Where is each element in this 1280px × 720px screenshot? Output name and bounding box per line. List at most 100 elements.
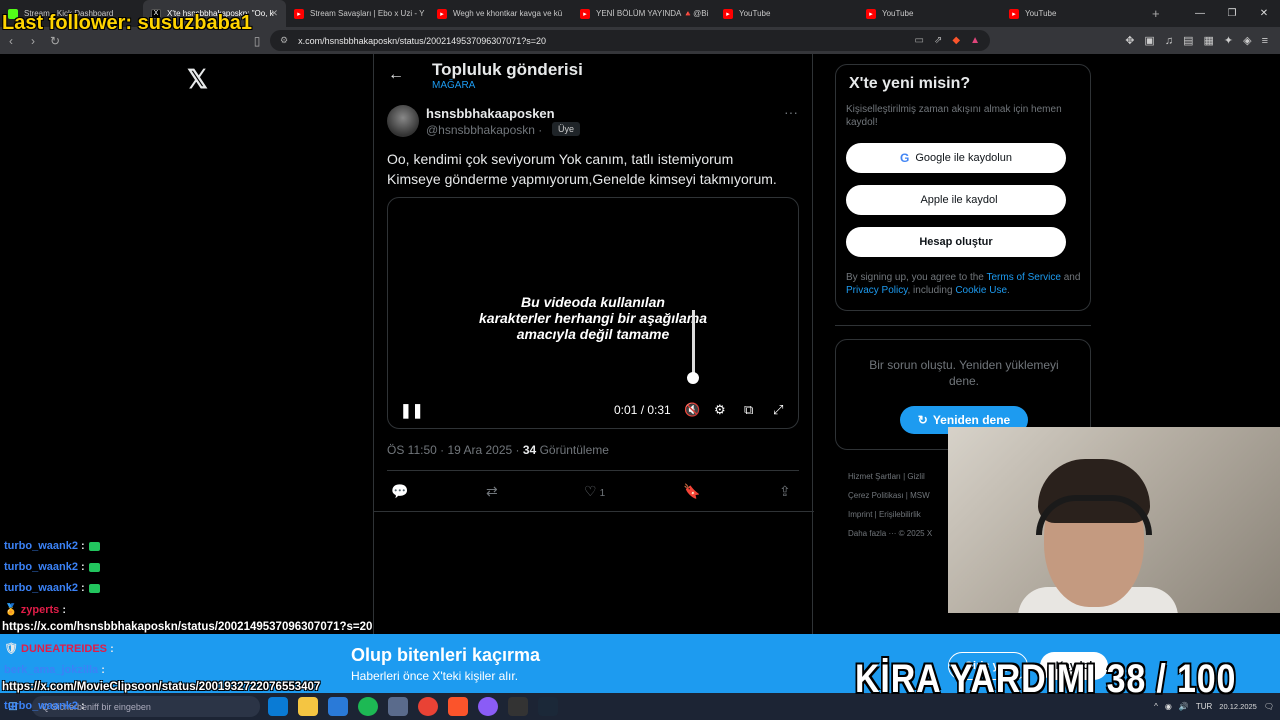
divider	[387, 470, 799, 471]
language-indicator[interactable]: TUR	[1196, 702, 1212, 711]
music-icon[interactable]: ♫	[1165, 35, 1173, 47]
youtube-icon: ▸	[580, 8, 590, 19]
share-icon[interactable]: ⇗	[934, 35, 942, 46]
pause-icon[interactable]: ❚❚	[400, 402, 423, 419]
video-controls: ❚❚ 0:01 / 0:31 🔇 ⚙ ⧉ ⤢	[388, 398, 798, 424]
chat-user: turbo_waank2	[4, 540, 78, 552]
cookie-link[interactable]: Cookie Use	[955, 285, 1007, 296]
bookmark-icon[interactable]: ▯	[246, 34, 268, 48]
puzzle-icon[interactable]: ✥	[1125, 34, 1134, 47]
reload-icon[interactable]: ↻	[44, 34, 66, 48]
notification-icon[interactable]: 🗨	[1264, 702, 1274, 711]
footer-link-row[interactable]: Imprint | Erişilebilirlik	[848, 505, 948, 524]
bookmark-post-icon[interactable]: 🔖	[683, 483, 700, 500]
footer-link-row[interactable]: Daha fazla ··· © 2025 X	[848, 524, 948, 543]
spotify-icon[interactable]	[358, 697, 378, 716]
discord-icon[interactable]	[478, 697, 498, 716]
forward-nav-icon[interactable]: ›	[22, 34, 44, 48]
settings-icon[interactable]: ⚙	[714, 402, 726, 418]
clock-date: 20.12.2025	[1219, 702, 1257, 711]
banner-subtitle: Haberleri önce X'teki kişiler alır.	[351, 669, 519, 683]
chat-sep: :	[77, 561, 85, 573]
tab-youtube-3[interactable]: ▸ YENİ BÖLÜM YAYINDA 🔺@Bi	[572, 0, 715, 27]
tabs-icon[interactable]: ▣	[1144, 34, 1154, 47]
close-window-icon[interactable]: ✕	[1248, 8, 1280, 19]
mute-icon[interactable]: 🔇	[684, 402, 700, 418]
volume-icon[interactable]: 🔊	[1179, 702, 1189, 711]
repost-icon[interactable]: ⇄	[486, 483, 498, 500]
sidebar-icon[interactable]: ▤	[1183, 34, 1193, 47]
create-account-button[interactable]: Hesap oluştur	[846, 227, 1066, 257]
chat-link: https://x.com/hsnsbbhakaposkn/status/200…	[2, 621, 373, 633]
page-title: Topluluk gönderisi	[432, 60, 583, 79]
post-meta: ÖS 11:50 · 19 Ara 2025 · 34 Görüntüleme	[387, 443, 609, 457]
main-column: ← Topluluk gönderisi MAĞARA hsnsbbhakaap…	[373, 54, 814, 634]
back-nav-icon[interactable]: ‹	[0, 34, 22, 48]
legal-pre: By signing up, you agree to the	[846, 272, 987, 283]
edge-icon[interactable]	[268, 697, 288, 716]
tos-link[interactable]: Terms of Service	[986, 272, 1060, 283]
chat-user: turbo_waank2	[4, 582, 78, 594]
tab-youtube-2[interactable]: ▸ Wegh ve khontkar kavga ve kü	[429, 0, 572, 27]
fullscreen-icon[interactable]: ⤢	[773, 402, 783, 418]
wallet-icon[interactable]: ▦	[1203, 34, 1213, 47]
url-text: x.com/hsnsbbhakaposkn/status/20021495370…	[298, 35, 547, 46]
footer-link-row[interactable]: Hizmet Şartları | Gizlil	[848, 467, 948, 486]
chat-user: DUNEATREIDES	[21, 643, 108, 655]
emote-icon	[88, 541, 100, 551]
avatar[interactable]	[387, 105, 419, 137]
brave-icon[interactable]	[448, 697, 468, 716]
community-link[interactable]: MAĞARA	[432, 80, 475, 91]
close-tab-icon[interactable]: ✕	[270, 8, 278, 19]
footer-links: Hizmet Şartları | Gizlil Çerez Politikas…	[848, 467, 948, 543]
ai-icon[interactable]: ✦	[1224, 34, 1233, 47]
cast-icon[interactable]: ▭	[915, 35, 924, 46]
explorer-icon[interactable]	[298, 697, 318, 716]
tab-youtube-5[interactable]: ▸ YouTube	[858, 0, 1001, 27]
post-text: Oo, kendimi çok seviyorum Yok canım, tat…	[387, 149, 802, 189]
network-icon[interactable]: ◉	[1165, 702, 1172, 711]
pip-icon[interactable]: ⧉	[744, 402, 753, 418]
share-post-icon[interactable]: ⇪	[779, 483, 791, 500]
brave-shield-icon[interactable]: ◆	[952, 35, 960, 46]
google-signup-button[interactable]: G Google ile kaydolun	[846, 143, 1066, 173]
like-count: 1	[599, 488, 606, 499]
store-icon[interactable]	[328, 697, 348, 716]
tab-youtube-6[interactable]: ▸ YouTube	[1001, 0, 1144, 27]
privacy-link[interactable]: Privacy Policy	[846, 285, 908, 296]
reply-icon[interactable]: 💬	[391, 483, 408, 500]
divider	[374, 511, 814, 512]
footer-link-row[interactable]: Çerez Politikası | MSW	[848, 486, 948, 505]
volume-slider[interactable]	[692, 310, 695, 376]
minimize-icon[interactable]: —	[1184, 8, 1216, 19]
steam-icon[interactable]	[538, 697, 558, 716]
site-info-icon[interactable]: ⚙	[280, 35, 288, 46]
restore-icon[interactable]: ❐	[1216, 8, 1248, 19]
chrome-icon[interactable]	[418, 697, 438, 716]
vpn-icon[interactable]: ◈	[1243, 34, 1251, 47]
menu-icon[interactable]: ≡	[1262, 35, 1268, 47]
obs-icon[interactable]	[508, 697, 528, 716]
window-controls: — ❐ ✕	[1184, 0, 1280, 27]
calculator-icon[interactable]	[388, 697, 408, 716]
new-tab-button[interactable]: +	[1152, 6, 1160, 21]
back-arrow-icon[interactable]: ←	[388, 66, 404, 84]
youtube-icon: ▸	[866, 8, 876, 19]
tab-youtube-1[interactable]: ▸ Stream Savaşları | Ebo x Uzi - Y	[286, 0, 429, 27]
volume-slider-handle[interactable]	[687, 372, 699, 384]
chat-sep: :	[77, 540, 85, 552]
clock[interactable]: 20.12.2025	[1219, 702, 1257, 711]
like-button[interactable]: ♡ 1	[584, 483, 605, 500]
chevron-up-icon[interactable]: ^	[1154, 702, 1158, 711]
url-field[interactable]: ⚙ x.com/hsnsbbhakaposkn/status/200214953…	[270, 30, 990, 51]
author-handle[interactable]: @hsnsbbhakaposkn ·	[426, 123, 542, 137]
signup-card: X'te yeni misin? Kişiselleştirilmiş zama…	[835, 64, 1091, 311]
tab-youtube-4[interactable]: ▸ YouTube	[715, 0, 858, 27]
video-player[interactable]: Bu videoda kullanılan karakterler herhan…	[387, 197, 799, 429]
brave-rewards-icon[interactable]: ▲	[970, 35, 980, 46]
author-name[interactable]: hsnsbbhakaaposken	[426, 106, 555, 121]
x-logo-icon[interactable]: 𝕏	[187, 64, 208, 95]
post-timestamp[interactable]: ÖS 11:50 · 19 Ara 2025 ·	[387, 443, 523, 457]
more-options-icon[interactable]: ···	[784, 104, 798, 120]
apple-signup-button[interactable]: Apple ile kaydol	[846, 185, 1066, 215]
